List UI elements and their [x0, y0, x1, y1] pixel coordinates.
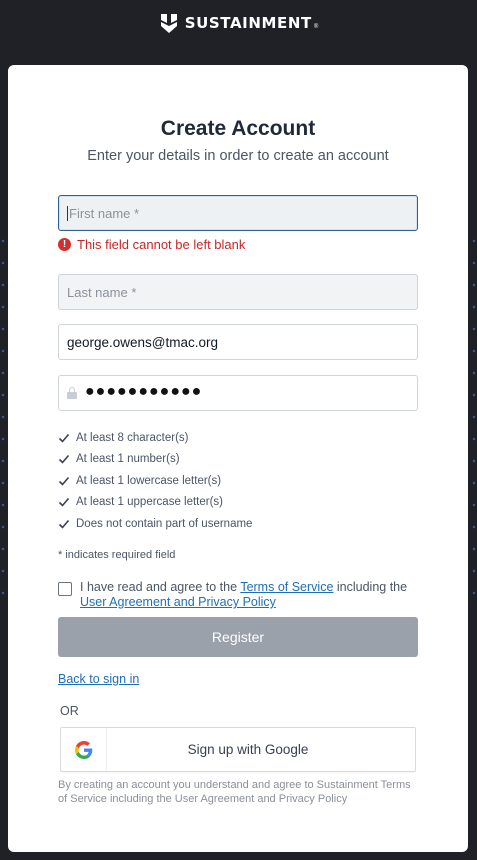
legal-footnote: By creating an account you understand an…	[58, 779, 411, 805]
register-button[interactable]: Register	[58, 617, 418, 657]
check-icon	[58, 433, 70, 443]
email-field[interactable]: george.owens@tmac.org	[58, 324, 418, 360]
error-message: This field cannot be left blank	[77, 237, 246, 252]
password-rule: Does not contain part of username	[58, 513, 252, 535]
email-value: george.owens@tmac.org	[67, 334, 219, 350]
check-icon	[58, 498, 70, 507]
first-name-field[interactable]	[58, 195, 418, 231]
check-icon	[58, 455, 70, 464]
check-icon	[58, 476, 70, 486]
password-field[interactable]: ●●●●●●●●●●●	[58, 375, 418, 411]
password-rules-list: At least 8 character(s) At least 1 numbe…	[58, 427, 252, 535]
google-icon	[74, 740, 92, 759]
password-rule: At least 1 number(s)	[58, 449, 252, 471]
lock-icon	[67, 387, 77, 399]
password-masked-value: ●●●●●●●●●●●	[85, 383, 203, 400]
google-signup-button[interactable]: Sign up with Google	[60, 727, 416, 772]
signup-card: Create Account Enter your details in ord…	[8, 65, 468, 852]
back-to-sign-in-link[interactable]: Back to sign in	[58, 672, 139, 686]
terms-agreement-text: I have read and agree to the Terms of Se…	[80, 580, 408, 609]
check-icon	[58, 519, 70, 529]
last-name-field[interactable]	[58, 274, 418, 310]
password-rule: At least 1 lowercase letter(s)	[58, 470, 252, 492]
error-icon: !	[58, 238, 71, 251]
terms-of-service-link[interactable]: Terms of Service	[240, 580, 333, 594]
decorative-dots-right	[472, 230, 476, 610]
brand-header: SUSTAINMENT ®	[0, 10, 477, 36]
brand-name: SUSTAINMENT	[184, 14, 312, 32]
registered-mark: ®	[313, 24, 319, 30]
first-name-input[interactable]	[69, 205, 409, 221]
password-rule-label: At least 1 uppercase letter(s)	[76, 496, 224, 509]
password-rule-label: Does not contain part of username	[76, 517, 253, 530]
user-agreement-privacy-link[interactable]: User Agreement and Privacy Policy	[80, 595, 276, 609]
password-rule-label: At least 1 number(s)	[76, 453, 180, 466]
password-rule-label: At least 1 lowercase letter(s)	[76, 474, 222, 487]
page-title: Create Account	[160, 117, 316, 140]
terms-agreement: I have read and agree to the Terms of Se…	[58, 580, 418, 610]
or-divider: OR	[60, 704, 79, 718]
first-name-error: ! This field cannot be left blank	[58, 237, 245, 252]
page-subtitle: Enter your details in order to create an…	[87, 148, 389, 164]
terms-checkbox[interactable]	[58, 582, 72, 596]
text-caret	[67, 205, 68, 221]
last-name-input[interactable]	[67, 284, 409, 300]
password-rule: At least 1 uppercase letter(s)	[58, 492, 252, 514]
decorative-dots-left	[1, 230, 5, 610]
password-rule: At least 8 character(s)	[58, 427, 252, 449]
sustainment-logo-icon	[160, 14, 177, 33]
required-field-note: * indicates required field	[58, 549, 176, 561]
google-signup-label: Sign up with Google	[187, 742, 309, 757]
password-rule-label: At least 8 character(s)	[76, 431, 189, 444]
